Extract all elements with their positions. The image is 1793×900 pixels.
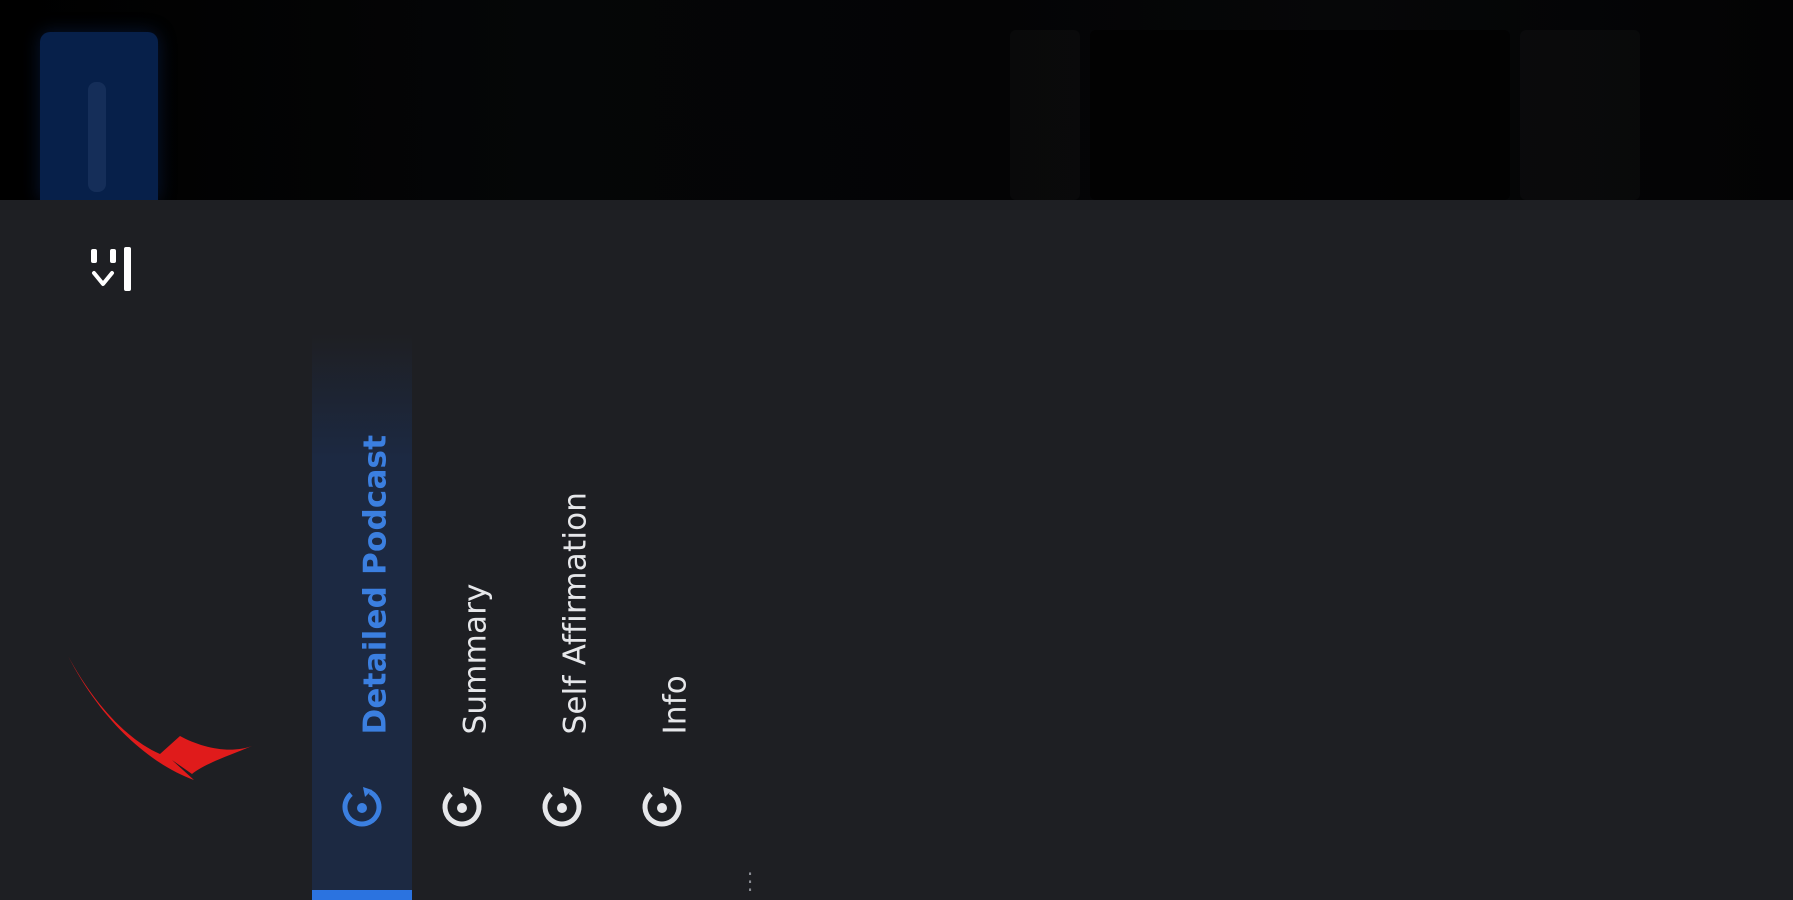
tab-label: Summary bbox=[457, 583, 494, 735]
preview-dark-panel bbox=[1090, 30, 1510, 200]
preview-thumbnail[interactable] bbox=[40, 32, 158, 200]
preview-ghost-shape bbox=[1520, 30, 1640, 200]
tab-label: Detailed Podcast bbox=[357, 434, 394, 735]
tab-body: Detailed Podcast bbox=[312, 334, 412, 900]
tab-body: Info bbox=[612, 334, 712, 900]
app-window: Detailed Podcast Summary Self Affirmatio… bbox=[0, 0, 1793, 900]
collapse-sidebar-icon[interactable] bbox=[88, 245, 140, 305]
red-arrow-annotation bbox=[62, 652, 262, 782]
tab-body: Self Affirmation bbox=[512, 334, 612, 900]
thumbnail-mark bbox=[88, 82, 106, 192]
replay-icon bbox=[642, 787, 682, 827]
tab-body: Summary bbox=[412, 334, 512, 900]
preview-ghost-shape bbox=[1010, 30, 1080, 200]
video-preview-strip bbox=[0, 0, 1793, 200]
more-vertical-icon[interactable]: · · · bbox=[742, 864, 758, 900]
tab-info[interactable]: Info bbox=[612, 334, 712, 900]
tab-label: Self Affirmation bbox=[557, 491, 594, 735]
replay-icon bbox=[342, 787, 382, 827]
content-panel: Detailed Podcast Summary Self Affirmatio… bbox=[0, 200, 1793, 900]
replay-icon bbox=[442, 787, 482, 827]
tab-label: Info bbox=[657, 675, 694, 735]
tab-summary[interactable]: Summary bbox=[412, 334, 512, 900]
tab-bar: Detailed Podcast Summary Self Affirmatio… bbox=[312, 334, 732, 900]
tab-detailed-podcast[interactable]: Detailed Podcast bbox=[312, 334, 412, 900]
tab-self-affirmation[interactable]: Self Affirmation bbox=[512, 334, 612, 900]
replay-icon bbox=[542, 787, 582, 827]
